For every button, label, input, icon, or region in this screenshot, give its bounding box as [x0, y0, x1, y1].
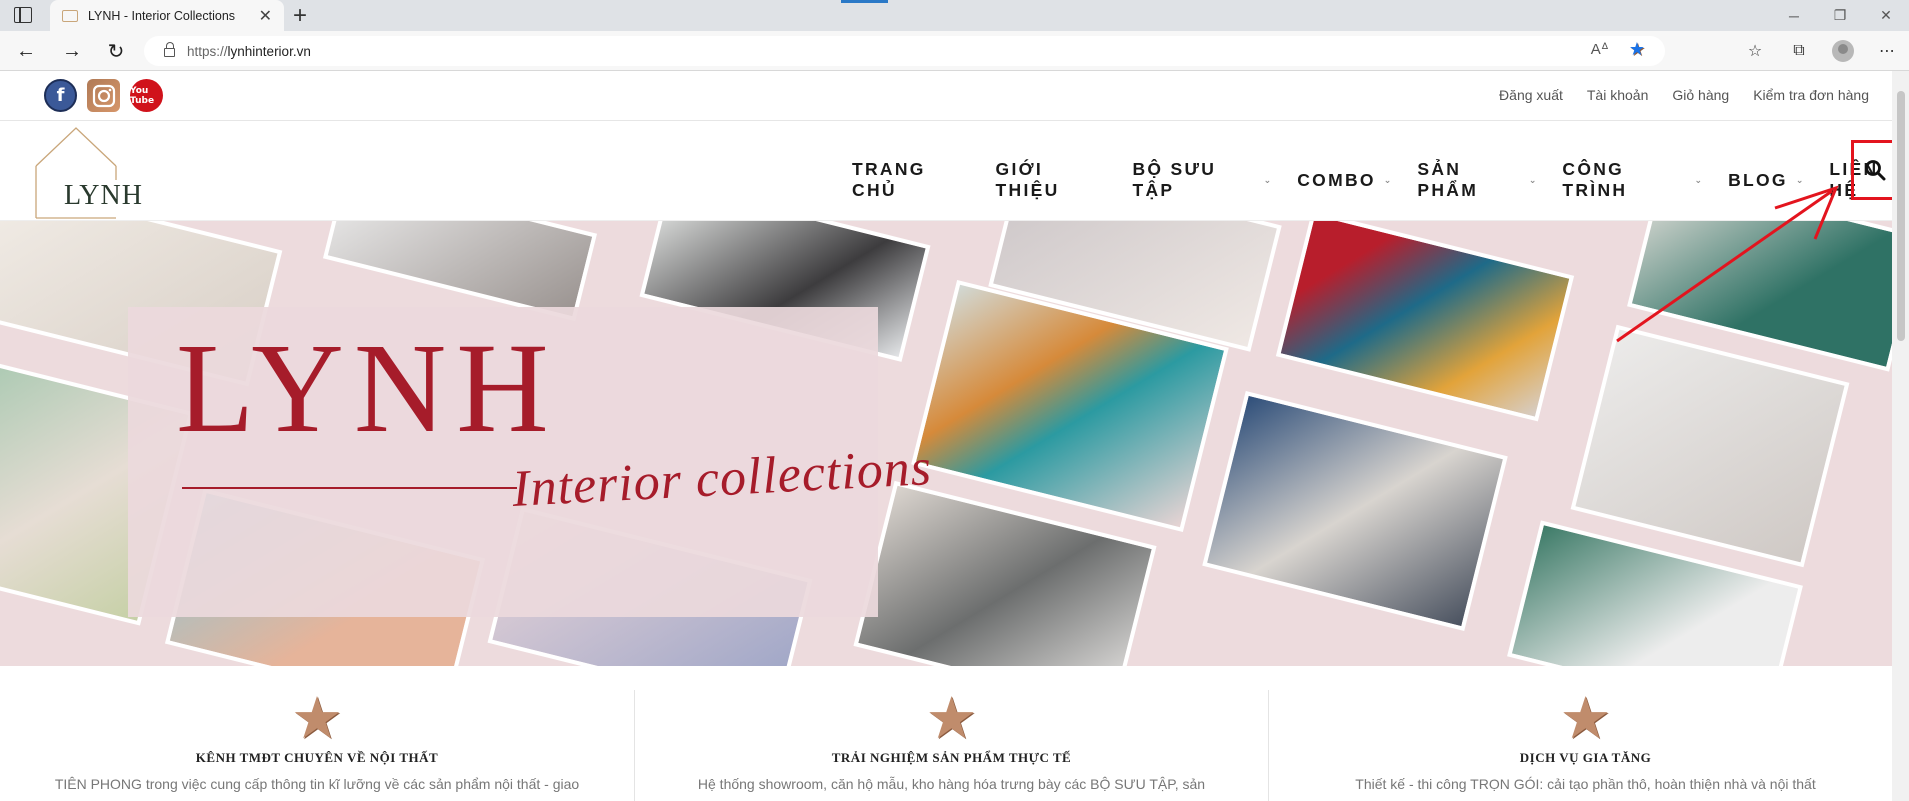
order-check-link[interactable]: Kiểm tra đơn hàng — [1753, 87, 1869, 103]
feature-title: TRẢI NGHIỆM SẢN PHẨM THỰC TẾ — [831, 750, 1072, 765]
web-page: f You Tube Đăng xuất Tài khoản Giỏ hàng … — [0, 71, 1909, 801]
chevron-down-icon: ⌄ — [1694, 174, 1703, 185]
reload-icon[interactable]: ↻ — [102, 37, 130, 65]
feature-text: Hệ thống showroom, căn hộ mẫu, kho hàng … — [697, 776, 1206, 792]
restore-icon[interactable]: ❐ — [1817, 0, 1863, 31]
window-controls: ─ ❐ ✕ — [1771, 0, 1909, 31]
cart-link[interactable]: Giỏ hàng — [1672, 87, 1729, 103]
chevron-down-icon: ⌄ — [1263, 174, 1272, 185]
hero-divider — [182, 487, 517, 489]
address-input[interactable]: https://lynhinterior.vn Aᐞ ★ — [144, 36, 1665, 66]
account-links: Đăng xuất Tài khoản Giỏ hàng Kiểm tra đơ… — [1499, 87, 1869, 103]
site-logo[interactable]: LYNH — [34, 126, 144, 220]
collections-icon[interactable]: ⧉ — [1777, 36, 1821, 66]
account-link[interactable]: Tài khoản — [1587, 87, 1648, 103]
favicon-icon — [62, 9, 78, 22]
nav-blog[interactable]: BLOG ⌄ — [1728, 170, 1803, 191]
url-text: https://lynhinterior.vn — [187, 43, 311, 59]
nav-home[interactable]: TRANG CHỦ — [852, 159, 970, 201]
search-icon — [1864, 160, 1885, 181]
features-section: ★ KÊNH TMĐT CHUYÊN VỀ NỘI THẤT TIÊN PHON… — [0, 666, 1892, 801]
browser-tab[interactable]: LYNH - Interior Collections ✕ — [50, 0, 284, 31]
youtube-icon[interactable]: You Tube — [130, 79, 163, 112]
address-toolbar: ← → ↻ https://lynhinterior.vn Aᐞ ★ ☆ ⧉ ⋯ — [0, 31, 1909, 71]
site-header: LYNH TRANG CHỦ GIỚI THIỆU BỘ SƯU TẬP ⌄ CO… — [0, 121, 1909, 221]
avatar — [1832, 40, 1854, 62]
nav-collections[interactable]: BỘ SƯU TẬP ⌄ — [1132, 159, 1271, 201]
feature-card: ★ TRẢI NGHIỆM SẢN PHẨM THỰC TẾ Hệ thống … — [634, 690, 1268, 801]
hero-title: LYNH — [176, 317, 559, 459]
hero-photo — [1275, 221, 1575, 422]
hero-photo — [1570, 324, 1850, 568]
star-icon[interactable]: ★ — [1629, 40, 1645, 58]
back-arrow-icon[interactable]: ← — [12, 37, 40, 65]
tab-title: LYNH - Interior Collections — [88, 8, 236, 23]
page-scrollbar[interactable] — [1892, 71, 1909, 801]
logo-text: LYNH — [64, 180, 143, 211]
minimize-icon[interactable]: ─ — [1771, 0, 1817, 31]
feature-title: KÊNH TMĐT CHUYÊN VỀ NỘI THẤT — [195, 750, 439, 765]
feature-text: TIÊN PHONG trong việc cung cấp thông tin… — [54, 776, 580, 792]
feature-title: DỊCH VỤ GIA TĂNG — [1519, 750, 1652, 765]
feature-card: ★ KÊNH TMĐT CHUYÊN VỀ NỘI THẤT TIÊN PHON… — [0, 690, 634, 801]
chevron-down-icon: ⌄ — [1383, 174, 1392, 185]
browser-tab-bar: LYNH - Interior Collections ✕ + ─ ❐ ✕ — [0, 0, 1909, 31]
chevron-down-icon: ⌄ — [1795, 174, 1804, 185]
hero-banner[interactable]: LYNH Interior collections — [0, 221, 1892, 666]
nav-about[interactable]: GIỚI THIỆU — [996, 159, 1107, 201]
instagram-icon[interactable] — [87, 79, 120, 112]
star-icon: ★ — [291, 686, 343, 751]
feature-text: Thiết kế - thi công TRỌN GÓI: cải tạo ph… — [1355, 776, 1816, 792]
star-icon: ★ — [1559, 686, 1612, 751]
lock-icon[interactable] — [164, 42, 175, 57]
plus-icon[interactable]: + — [293, 2, 307, 30]
hero-photo — [1202, 391, 1508, 631]
nav-combo[interactable]: COMBO ⌄ — [1297, 170, 1391, 191]
chevron-down-icon: ⌄ — [1528, 174, 1537, 185]
more-icon[interactable]: ⋯ — [1865, 36, 1909, 66]
social-links: f You Tube — [44, 79, 163, 112]
close-icon[interactable]: ✕ — [259, 6, 272, 26]
forward-arrow-icon[interactable]: → — [58, 37, 86, 65]
window-close-icon[interactable]: ✕ — [1863, 0, 1909, 31]
nav-products[interactable]: SẢN PHẨM ⌄ — [1417, 159, 1536, 201]
loading-indicator — [841, 0, 888, 3]
favorites-icon[interactable]: ☆ — [1733, 36, 1777, 66]
profile-icon[interactable] — [1821, 36, 1865, 66]
main-navigation: TRANG CHỦ GIỚI THIỆU BỘ SƯU TẬP ⌄ COMBO ⌄ … — [852, 159, 1909, 201]
tab-actions-icon[interactable] — [14, 7, 32, 23]
read-aloud-icon[interactable]: Aᐞ — [1591, 40, 1609, 58]
utility-bar: f You Tube Đăng xuất Tài khoản Giỏ hàng … — [0, 71, 1909, 121]
star-icon: ★ — [925, 686, 978, 751]
search-button[interactable] — [1851, 140, 1898, 200]
nav-projects[interactable]: CÔNG TRÌNH ⌄ — [1562, 159, 1702, 201]
facebook-icon[interactable]: f — [44, 79, 77, 112]
logout-link[interactable]: Đăng xuất — [1499, 87, 1563, 103]
feature-card: ★ DỊCH VỤ GIA TĂNG Thiết kế - thi công T… — [1268, 690, 1902, 801]
scrollbar-thumb[interactable] — [1897, 91, 1905, 341]
